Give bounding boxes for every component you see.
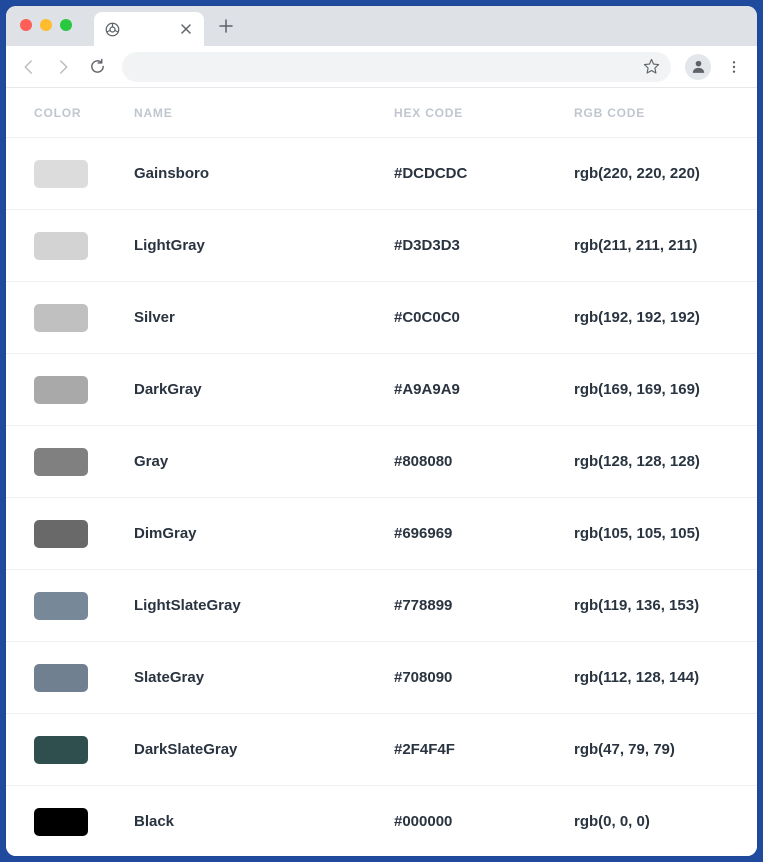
tab-close-button[interactable]: [178, 21, 194, 37]
color-hex: #2F4F4F: [394, 741, 574, 758]
table-row: SlateGray#708090rgb(112, 128, 144): [6, 642, 757, 714]
color-name: Black: [134, 813, 394, 830]
window-maximize-button[interactable]: [60, 19, 72, 31]
color-name: DimGray: [134, 525, 394, 542]
color-swatch: [34, 736, 88, 764]
color-rgb: rgb(119, 136, 153): [574, 597, 729, 614]
address-bar[interactable]: [122, 52, 671, 82]
window-minimize-button[interactable]: [40, 19, 52, 31]
color-name: Silver: [134, 309, 394, 326]
table-row: DarkGray#A9A9A9rgb(169, 169, 169): [6, 354, 757, 426]
color-rgb: rgb(192, 192, 192): [574, 309, 729, 326]
color-rgb: rgb(169, 169, 169): [574, 381, 729, 398]
url-input[interactable]: [130, 59, 639, 75]
browser-window: COLOR NAME HEX CODE RGB CODE Gainsboro#D…: [6, 6, 757, 856]
table-row: Black#000000rgb(0, 0, 0): [6, 786, 757, 856]
color-hex: #808080: [394, 453, 574, 470]
tab-strip: [6, 6, 757, 46]
browser-tab[interactable]: [94, 12, 204, 46]
bookmark-star-icon[interactable]: [639, 55, 663, 79]
color-name: Gray: [134, 453, 394, 470]
color-hex: #708090: [394, 669, 574, 686]
color-name: LightSlateGray: [134, 597, 394, 614]
color-rgb: rgb(0, 0, 0): [574, 813, 729, 830]
table-row: Gainsboro#DCDCDCrgb(220, 220, 220): [6, 138, 757, 210]
color-hex: #778899: [394, 597, 574, 614]
color-swatch: [34, 376, 88, 404]
table-row: Silver#C0C0C0rgb(192, 192, 192): [6, 282, 757, 354]
color-rgb: rgb(105, 105, 105): [574, 525, 729, 542]
color-swatch: [34, 304, 88, 332]
color-hex: #C0C0C0: [394, 309, 574, 326]
color-swatch: [34, 520, 88, 548]
color-name: SlateGray: [134, 669, 394, 686]
table-row: DarkSlateGray#2F4F4Frgb(47, 79, 79): [6, 714, 757, 786]
window-close-button[interactable]: [20, 19, 32, 31]
color-swatch: [34, 592, 88, 620]
th-rgb: RGB CODE: [574, 106, 729, 120]
color-swatch: [34, 448, 88, 476]
reload-button[interactable]: [82, 52, 112, 82]
back-button[interactable]: [14, 52, 44, 82]
page-content: COLOR NAME HEX CODE RGB CODE Gainsboro#D…: [6, 88, 757, 856]
color-hex: #A9A9A9: [394, 381, 574, 398]
color-rgb: rgb(112, 128, 144): [574, 669, 729, 686]
table-row: Gray#808080rgb(128, 128, 128): [6, 426, 757, 498]
kebab-menu-icon[interactable]: [719, 52, 749, 82]
color-hex: #000000: [394, 813, 574, 830]
color-rgb: rgb(47, 79, 79): [574, 741, 729, 758]
color-hex: #D3D3D3: [394, 237, 574, 254]
color-rgb: rgb(211, 211, 211): [574, 237, 729, 254]
new-tab-button[interactable]: [212, 12, 240, 40]
table-header-row: COLOR NAME HEX CODE RGB CODE: [6, 88, 757, 138]
color-rgb: rgb(220, 220, 220): [574, 165, 729, 182]
forward-button[interactable]: [48, 52, 78, 82]
color-rgb: rgb(128, 128, 128): [574, 453, 729, 470]
color-swatch: [34, 232, 88, 260]
table-row: DimGray#696969rgb(105, 105, 105): [6, 498, 757, 570]
table-row: LightSlateGray#778899rgb(119, 136, 153): [6, 570, 757, 642]
color-swatch: [34, 808, 88, 836]
th-name: NAME: [134, 106, 394, 120]
color-name: Gainsboro: [134, 165, 394, 182]
profile-avatar[interactable]: [685, 54, 711, 80]
table-row: LightGray#D3D3D3rgb(211, 211, 211): [6, 210, 757, 282]
color-name: LightGray: [134, 237, 394, 254]
color-name: DarkGray: [134, 381, 394, 398]
browser-toolbar: [6, 46, 757, 88]
color-swatch: [34, 160, 88, 188]
th-color: COLOR: [34, 106, 134, 120]
color-name: DarkSlateGray: [134, 741, 394, 758]
color-hex: #696969: [394, 525, 574, 542]
chrome-favicon-icon: [104, 21, 120, 37]
color-swatch: [34, 664, 88, 692]
color-table: COLOR NAME HEX CODE RGB CODE Gainsboro#D…: [6, 88, 757, 856]
color-hex: #DCDCDC: [394, 165, 574, 182]
window-controls: [20, 19, 72, 31]
th-hex: HEX CODE: [394, 106, 574, 120]
